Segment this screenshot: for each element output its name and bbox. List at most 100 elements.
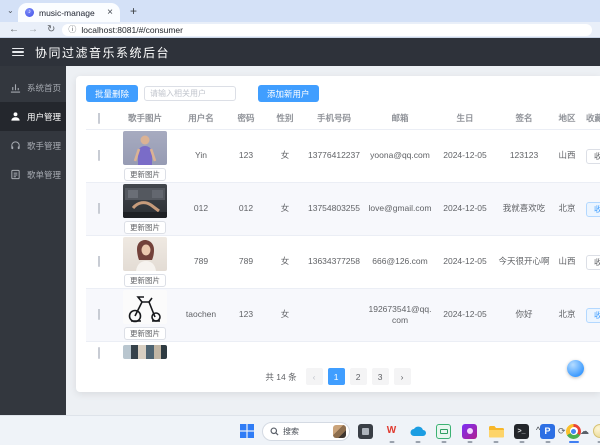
url-text: localhost:8081/#/consumer — [81, 24, 183, 35]
terminal-icon[interactable]: >_ — [511, 418, 532, 444]
favorite-button[interactable]: 收藏 — [586, 148, 600, 164]
tab-close-icon[interactable]: × — [107, 7, 113, 18]
sidebar-item-label: 歌单管理 — [27, 169, 62, 180]
user-table: 歌手图片 用户名 密码 性别 手机号码 邮箱 生日 签名 地区 收藏 更新图片 — [86, 109, 600, 359]
pagination: 共 14 条 ‹ 1 2 3 › — [76, 368, 600, 385]
update-image-button[interactable]: 更新图片 — [124, 327, 166, 340]
sidebar-toggle-icon[interactable] — [12, 47, 24, 57]
col-header-password: 密码 — [237, 113, 255, 124]
sidebar-item-singers[interactable]: 歌手管理 — [0, 131, 66, 160]
tray-sync-icon[interactable]: ⟳ — [558, 426, 566, 437]
taskbar: 搜索 W >_ P ^ ⟳ ☁ — [0, 415, 600, 445]
user-photo-partial — [123, 345, 167, 359]
cell-email: 192673541@qq.com — [368, 303, 432, 325]
cell-password: 789 — [238, 256, 254, 267]
browser-tabstrip: ⌄ ♪ music-manage × + — [0, 0, 600, 22]
screenshare-icon[interactable] — [433, 418, 454, 444]
tab-title: music-manage — [39, 7, 95, 18]
app-title: 协同过滤音乐系统后台 — [35, 45, 171, 60]
col-header-username: 用户名 — [188, 113, 214, 124]
windows-logo-icon — [239, 424, 254, 438]
main-content: 批量删除 添加新用户 歌手图片 用户名 密码 性别 手机号码 邮箱 生日 签名 … — [66, 66, 600, 415]
user-photo — [123, 184, 167, 218]
col-header-favorite: 收藏 — [586, 113, 600, 124]
cell-email: 666@126.com — [372, 256, 428, 267]
pagination-page-2[interactable]: 2 — [349, 368, 367, 385]
purple-app-icon[interactable] — [459, 418, 480, 444]
search-label: 搜索 — [283, 426, 299, 436]
row-checkbox[interactable] — [98, 256, 100, 268]
pagination-page-3[interactable]: 3 — [371, 368, 389, 385]
batch-delete-button[interactable]: 批量删除 — [86, 85, 139, 102]
sidebar-item-label: 用户管理 — [27, 111, 62, 122]
table-row: 更新图片 789 789 女 13634377258 666@126.com 2… — [86, 236, 600, 289]
cell-signature: 今天很开心啊 — [498, 256, 550, 267]
sidebar-item-playlists[interactable]: 歌单管理 — [0, 160, 66, 189]
select-all-checkbox[interactable] — [98, 113, 100, 125]
address-bar[interactable]: ⓘ localhost:8081/#/consumer — [62, 23, 592, 36]
table-row-partial — [86, 342, 600, 359]
user-management-card: 批量删除 添加新用户 歌手图片 用户名 密码 性别 手机号码 邮箱 生日 签名 … — [76, 76, 600, 392]
site-favicon-icon: ♪ — [25, 8, 34, 17]
update-image-button[interactable]: 更新图片 — [124, 221, 166, 234]
tray-cloud-icon[interactable]: ☁ — [580, 426, 589, 437]
col-header-birthday: 生日 — [456, 113, 474, 124]
row-checkbox[interactable] — [98, 347, 100, 359]
add-user-button[interactable]: 添加新用户 — [258, 85, 319, 102]
sidebar-item-label: 系统首页 — [27, 82, 62, 93]
onedrive-icon[interactable] — [407, 418, 428, 444]
favorite-button[interactable]: 收藏 — [586, 307, 600, 323]
user-icon — [11, 112, 20, 121]
floating-help-button[interactable] — [567, 360, 584, 377]
cell-region: 北京 — [558, 203, 576, 214]
cell-username: 789 — [193, 256, 209, 267]
row-checkbox[interactable] — [98, 309, 100, 321]
table-row: 更新图片 taochen 123 女 192673541@qq.com 2024… — [86, 289, 600, 342]
pagination-next-icon[interactable]: › — [393, 368, 411, 385]
favorite-button[interactable]: 收藏 — [586, 201, 600, 217]
new-tab-button[interactable]: + — [130, 4, 137, 18]
back-icon[interactable]: ← — [9, 22, 19, 38]
card-toolbar: 批量删除 添加新用户 — [86, 85, 600, 102]
search-icon — [270, 426, 279, 436]
row-checkbox[interactable] — [98, 150, 100, 162]
start-button[interactable] — [236, 418, 257, 444]
sidebar-item-users[interactable]: 用户管理 — [0, 102, 66, 131]
browser-toolbar: ← → ↻ ⓘ localhost:8081/#/consumer — [0, 22, 600, 38]
col-header-email: 邮箱 — [391, 113, 409, 124]
browser-tab[interactable]: ♪ music-manage × — [18, 3, 120, 22]
cell-gender: 女 — [280, 256, 290, 267]
cell-region: 北京 — [558, 309, 576, 320]
pagination-page-1[interactable]: 1 — [327, 368, 345, 385]
update-image-button[interactable]: 更新图片 — [124, 168, 166, 181]
cell-phone: 13634377258 — [307, 256, 360, 267]
cell-username: taochen — [185, 309, 217, 320]
cell-password: 123 — [238, 309, 254, 320]
cell-username: Yin — [195, 150, 207, 161]
app-header: 协同过滤音乐系统后台 — [0, 38, 600, 66]
taskbar-search[interactable]: 搜索 — [262, 421, 350, 441]
row-checkbox[interactable] — [98, 203, 100, 215]
cell-birthday: 2024-12-05 — [443, 256, 487, 267]
tab-search-chevron-icon[interactable]: ⌄ — [7, 6, 14, 15]
col-header-gender: 性别 — [276, 113, 294, 124]
taskview-icon[interactable] — [355, 418, 376, 444]
sidebar: 系统首页 用户管理 歌手管理 歌单管理 — [0, 66, 66, 415]
sidebar-item-home[interactable]: 系统首页 — [0, 73, 66, 102]
wps-icon[interactable]: W — [381, 418, 402, 444]
user-search-input[interactable] — [144, 86, 237, 101]
refresh-icon[interactable]: ↻ — [47, 22, 55, 38]
page-info-icon[interactable]: ⓘ — [68, 24, 76, 35]
cell-email: love@gmail.com — [368, 203, 432, 214]
cell-region: 山西 — [558, 256, 576, 267]
file-explorer-icon[interactable] — [485, 418, 506, 444]
col-header-image: 歌手图片 — [127, 113, 162, 124]
tray-expand-caret-icon[interactable]: ^ — [536, 425, 540, 435]
pagination-prev-icon[interactable]: ‹ — [305, 368, 323, 385]
cell-gender: 女 — [280, 150, 290, 161]
favorite-button[interactable]: 收藏 — [586, 254, 600, 270]
update-image-button[interactable]: 更新图片 — [124, 274, 166, 287]
cell-signature: 你好 — [515, 309, 533, 320]
forward-icon[interactable]: → — [28, 22, 38, 38]
col-header-phone: 手机号码 — [316, 113, 351, 124]
